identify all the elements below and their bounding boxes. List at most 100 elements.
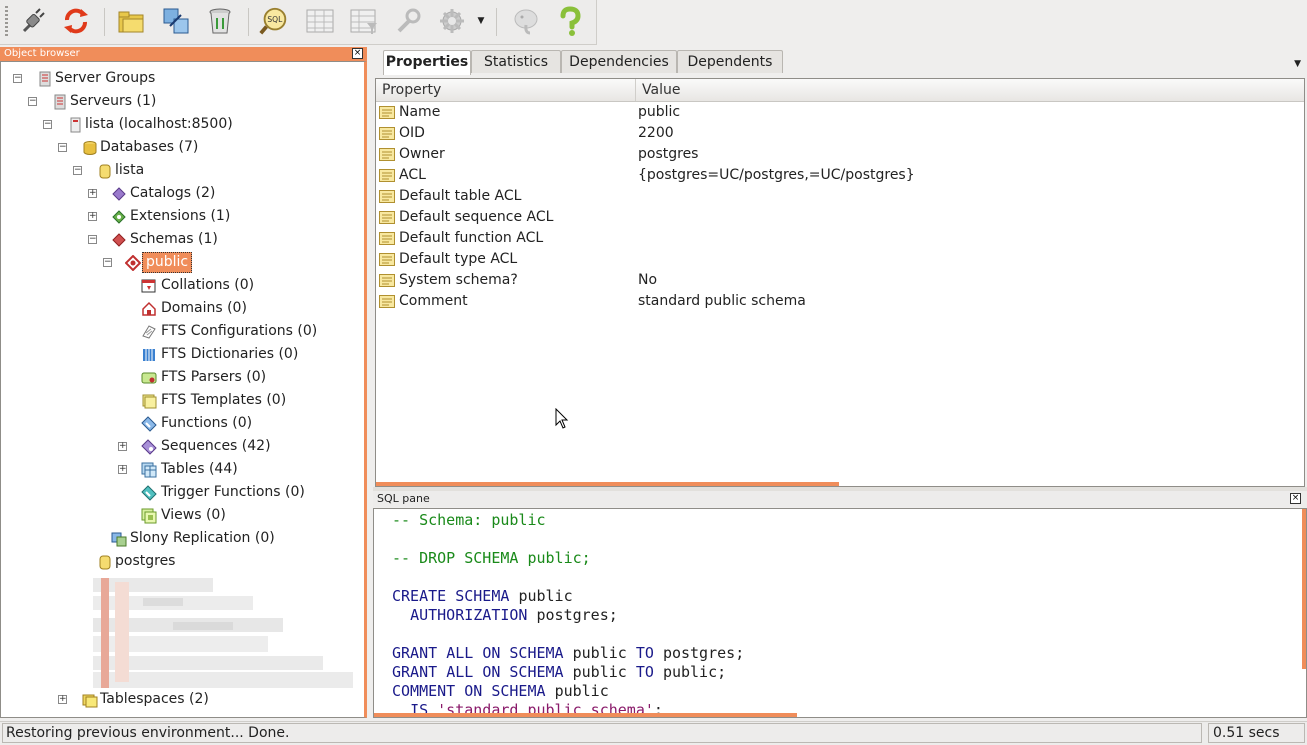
tree-node-collations[interactable]: Collations (0)	[1, 274, 361, 297]
tree-node-label: Catalogs (2)	[130, 185, 216, 201]
tree-node-fts-configurations[interactable]: FTS Configurations (0)	[1, 320, 361, 343]
horizontal-scrollbar[interactable]	[376, 482, 839, 486]
expand-icon[interactable]: +	[118, 465, 127, 474]
folder-new-icon	[118, 11, 144, 33]
slony-icon	[111, 532, 127, 547]
property-value: No	[638, 272, 658, 288]
property-row[interactable]: Default sequence ACL	[376, 207, 1304, 228]
collapse-icon[interactable]: −	[73, 166, 82, 175]
sequences-icon	[141, 439, 157, 455]
tree-node-extensions[interactable]: + Extensions (1)	[1, 205, 361, 228]
tree-node-views[interactable]: Views (0)	[1, 504, 361, 527]
tree-node-database-lista[interactable]: − lista	[1, 159, 361, 182]
delete-button[interactable]	[204, 5, 236, 37]
property-row[interactable]: Default table ACL	[376, 186, 1304, 207]
expand-icon[interactable]: +	[88, 212, 97, 221]
tree-node-trigger-functions[interactable]: Trigger Functions (0)	[1, 481, 361, 504]
object-browser-tree[interactable]: − Server Groups − Serveurs (1) − lista (…	[0, 61, 367, 718]
object-browser-close-button[interactable]: ×	[352, 48, 363, 59]
horizontal-scrollbar[interactable]	[374, 713, 797, 717]
tree-node-label: Slony Replication (0)	[130, 530, 275, 546]
tree-node-database-postgres[interactable]: postgres	[1, 550, 361, 573]
collapse-icon[interactable]: −	[58, 143, 67, 152]
views-icon	[141, 508, 157, 524]
sql-pane-close-button[interactable]: ×	[1290, 493, 1301, 504]
expand-icon[interactable]: +	[88, 189, 97, 198]
toolbar-grip[interactable]	[5, 6, 8, 38]
column-header-value[interactable]: Value	[636, 79, 1304, 101]
tree-node-domains[interactable]: Domains (0)	[1, 297, 361, 320]
tree-node-fts-templates[interactable]: FTS Templates (0)	[1, 389, 361, 412]
sql-query-button[interactable]: SQL	[258, 5, 290, 37]
property-name: Comment	[399, 293, 468, 309]
tab-dependents[interactable]: Dependents	[677, 50, 783, 73]
tree-node-label: public	[142, 252, 193, 273]
status-time: 0.51 secs	[1208, 723, 1305, 743]
property-row[interactable]: Default function ACL	[376, 228, 1304, 249]
tree-node-fts-parsers[interactable]: FTS Parsers (0)	[1, 366, 361, 389]
maintenance-button[interactable]	[392, 5, 424, 37]
tab-dependencies[interactable]: Dependencies	[561, 50, 677, 73]
tree-node-servers[interactable]: − Serveurs (1)	[1, 90, 361, 113]
tree-node-label: Views (0)	[161, 507, 226, 523]
vertical-scrollbar[interactable]	[1302, 509, 1306, 669]
tree-node-server-lista[interactable]: − lista (localhost:8500)	[1, 113, 361, 136]
tree-node-databases[interactable]: − Databases (7)	[1, 136, 361, 159]
properties-list[interactable]: Property Value Name public OID 2200 Owner pos…	[375, 78, 1305, 487]
property-row[interactable]: System schema? No	[376, 270, 1304, 291]
property-name: ACL	[399, 167, 426, 183]
connect-button[interactable]	[16, 5, 48, 37]
collapse-icon[interactable]: −	[103, 258, 112, 267]
tree-node-tablespaces[interactable]: + Tablespaces (2)	[1, 688, 361, 711]
property-row[interactable]: Comment standard public schema	[376, 291, 1304, 312]
property-row[interactable]: Default type ACL	[376, 249, 1304, 270]
collapse-icon[interactable]: −	[43, 120, 52, 129]
chevron-down-icon: ▼	[477, 16, 485, 26]
sql-line: CREATE SCHEMA public	[392, 587, 573, 605]
sql-editor[interactable]: -- Schema: public -- DROP SCHEMA public;…	[373, 508, 1307, 718]
plugins-dropdown-button[interactable]: ▼	[472, 5, 490, 37]
column-header-property[interactable]: Property	[376, 79, 636, 101]
property-row[interactable]: ACL {postgres=UC/postgres,=UC/postgres}	[376, 165, 1304, 186]
toolbar-separator	[496, 8, 497, 36]
property-name: System schema?	[399, 272, 518, 288]
tab-statistics[interactable]: Statistics	[471, 50, 561, 73]
tree-node-tables[interactable]: + Tables (44)	[1, 458, 361, 481]
collapse-icon[interactable]: −	[13, 74, 22, 83]
tree-node-label: Tables (44)	[161, 461, 238, 477]
property-row[interactable]: Name public	[376, 102, 1304, 123]
tree-node-sequences[interactable]: + Sequences (42)	[1, 435, 361, 458]
collapse-icon[interactable]: −	[88, 235, 97, 244]
expand-icon[interactable]: +	[118, 442, 127, 451]
tree-node-public-selected[interactable]: − public	[1, 251, 361, 274]
hint-button[interactable]	[510, 5, 542, 37]
expand-icon[interactable]: +	[58, 695, 67, 704]
property-row[interactable]: Owner postgres	[376, 144, 1304, 165]
tree-node-catalogs[interactable]: + Catalogs (2)	[1, 182, 361, 205]
property-value: postgres	[638, 146, 699, 162]
tabs-menu-chevron-icon[interactable]: ▼	[1294, 59, 1301, 69]
collations-icon	[141, 279, 156, 293]
catalogs-icon	[112, 187, 126, 201]
help-button[interactable]	[554, 5, 586, 37]
tree-node-server-groups[interactable]: − Server Groups	[1, 67, 361, 90]
filtered-data-button[interactable]	[348, 5, 380, 37]
plugins-button[interactable]	[436, 5, 468, 37]
help-icon	[560, 6, 581, 36]
fts-config-icon	[142, 325, 156, 339]
tree-node-schemas[interactable]: − Schemas (1)	[1, 228, 361, 251]
elephant-icon	[514, 9, 538, 35]
create-object-button[interactable]	[116, 5, 148, 37]
property-row[interactable]: OID 2200	[376, 123, 1304, 144]
properties-button[interactable]	[160, 5, 192, 37]
view-data-button[interactable]	[304, 5, 336, 37]
tree-node-functions[interactable]: Functions (0)	[1, 412, 361, 435]
fts-template-icon	[142, 394, 157, 409]
tree-node-fts-dictionaries[interactable]: FTS Dictionaries (0)	[1, 343, 361, 366]
puzzle-icon	[440, 9, 464, 33]
tree-node-label: Tablespaces (2)	[100, 691, 209, 707]
refresh-button[interactable]	[60, 5, 92, 37]
tree-node-slony-replication[interactable]: Slony Replication (0)	[1, 527, 361, 550]
tab-properties[interactable]: Properties	[383, 50, 471, 75]
collapse-icon[interactable]: −	[28, 97, 37, 106]
